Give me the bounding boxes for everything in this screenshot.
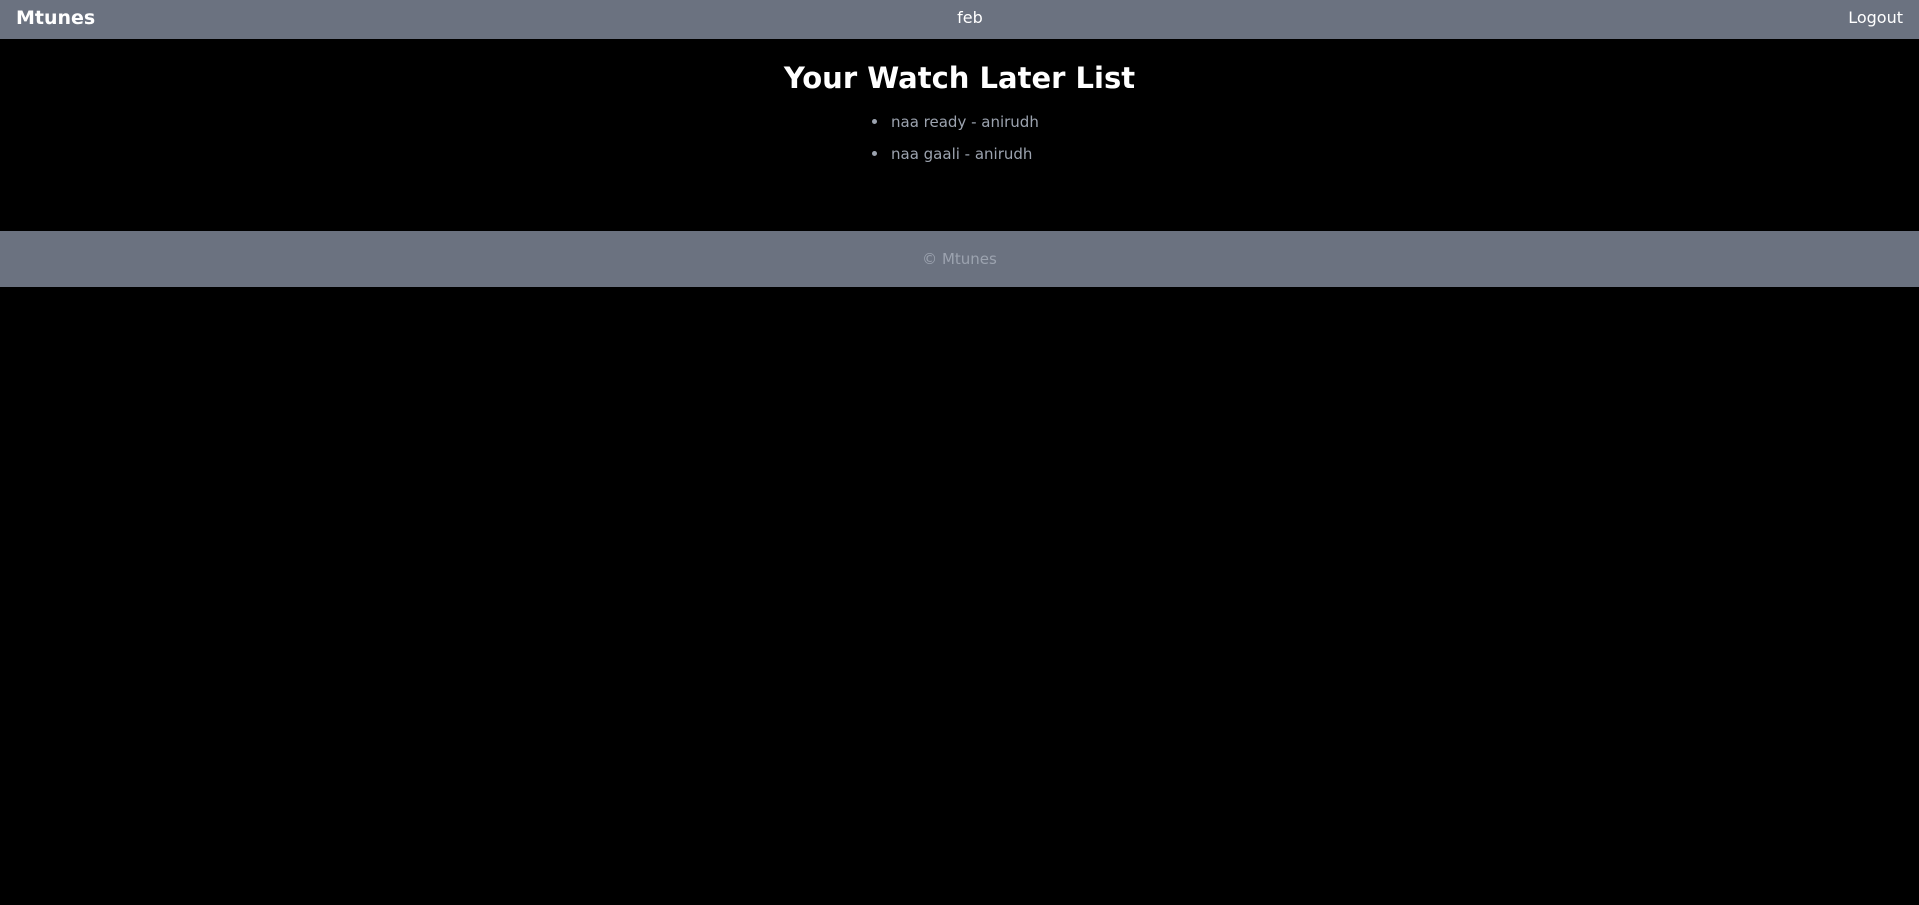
list-item[interactable]: naa ready - anirudh xyxy=(870,112,1039,144)
list-item[interactable]: naa gaali - anirudh xyxy=(870,144,1039,176)
page-title: Your Watch Later List xyxy=(783,61,1136,95)
main-content: Your Watch Later List naa ready - anirud… xyxy=(0,39,1919,231)
footer: © Mtunes xyxy=(0,231,1919,287)
top-navbar: Mtunes feb Logout xyxy=(0,0,1919,39)
username-label: feb xyxy=(957,8,983,27)
list-item-label: naa ready - anirudh xyxy=(891,113,1039,131)
watch-later-list: naa ready - anirudh naa gaali - anirudh xyxy=(870,112,1039,176)
copyright-text: © Mtunes xyxy=(922,250,997,268)
logout-link[interactable]: Logout xyxy=(1848,8,1903,27)
bullet-icon xyxy=(872,119,877,124)
list-item-label: naa gaali - anirudh xyxy=(891,145,1033,163)
bullet-icon xyxy=(872,151,877,156)
